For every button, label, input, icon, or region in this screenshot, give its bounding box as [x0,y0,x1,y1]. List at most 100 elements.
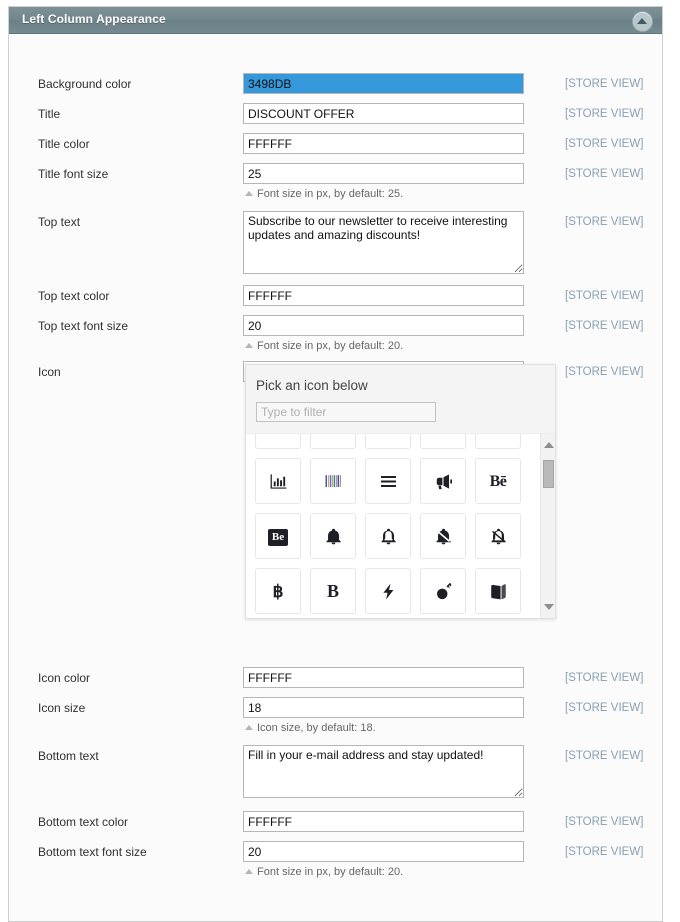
fieldset-header[interactable]: Left Column Appearance [9,7,662,34]
icon-grid-row: Be [255,513,534,559]
bottom-text-font-size-input[interactable] [243,841,524,862]
icon-grid-viewport: Bē Be ฿ B [246,433,555,618]
triangle-down-icon[interactable] [544,604,554,610]
bottom-text-textarea[interactable] [243,745,524,798]
field-label-title: Title [38,107,61,121]
fa-bar-chart-icon[interactable] [475,434,521,449]
triangle-up-icon [637,18,647,24]
fa-bolt-icon[interactable] [365,568,411,614]
icon-grid-row [255,434,534,449]
icon-color-input[interactable] [243,667,524,688]
fa-bomb-glyph [434,582,453,601]
field-hint-bottom-text-font-size: Font size in px, by default: 20. [245,865,403,879]
fa-bell-slash-glyph [434,527,453,546]
hint-text: Icon size, by default: 18. [257,722,376,734]
fa-bolt-glyph [379,582,398,601]
collapse-toggle-button[interactable] [632,11,653,32]
field-label-top-text-font-size: Top text font size [38,319,129,333]
field-row-title-color: Title color [STORE VIEW] [9,133,662,163]
store-view-scope-label: [STORE VIEW] [565,846,644,858]
fa-bars-icon[interactable] [365,458,411,504]
field-control-bottom-text [243,745,524,803]
field-control-title-font-size [243,163,524,184]
fa-bars-glyph [379,472,398,491]
field-label-top-text-color: Top text color [38,289,110,303]
fa-bar-chart-o-icon[interactable] [255,458,301,504]
fa-balance-scale-icon[interactable] [255,434,301,449]
title-font-size-input[interactable] [243,163,524,184]
fa-bell-slash-icon[interactable] [420,513,466,559]
store-view-scope-label: [STORE VIEW] [565,168,644,180]
field-control-bottom-text-color [243,811,524,832]
field-label-icon-color: Icon color [38,671,91,685]
scrollbar-thumb[interactable] [543,460,554,488]
field-row-title-font-size: Title font size [STORE VIEW] Font size in … [9,163,662,200]
top-text-font-size-input[interactable] [243,315,524,336]
fa-bullhorn-icon[interactable] [420,458,466,504]
hint-text: Font size in px, by default: 20. [257,340,404,352]
store-view-scope-label: [STORE VIEW] [565,138,644,150]
hint-text: Font size in px, by default: 20. [257,866,404,878]
top-text-color-input[interactable] [243,285,524,306]
icon-grid-row: Bē [255,458,534,504]
fa-bitcoin-icon[interactable]: ฿ [255,568,301,614]
field-label-icon-size: Icon size [38,701,86,715]
store-view-scope-label: [STORE VIEW] [565,290,644,302]
field-label-icon: Icon [38,365,61,379]
field-label-title-color: Title color [38,137,90,151]
fa-bullhorn-glyph [434,472,453,491]
fa-ban-icon[interactable] [310,434,356,449]
fa-bar-chart-o-glyph [269,472,288,491]
icon-grid-scrollbar[interactable] [540,434,555,618]
field-control-top-text-font-size [243,315,524,336]
field-row-bottom-text: Bottom text [STORE VIEW] [9,745,662,798]
field-label-top-text: Top text [38,215,81,229]
field-row-icon-color: Icon color [STORE VIEW] [9,667,662,697]
fa-bold-icon[interactable]: B [310,568,356,614]
field-label-title-font-size: Title font size [38,167,109,181]
bottom-text-color-input[interactable] [243,811,524,832]
fa-bell-icon[interactable] [310,513,356,559]
fa-bell-o-icon[interactable] [365,513,411,559]
field-label-bottom-text-color: Bottom text color [38,815,129,829]
store-view-scope-label: [STORE VIEW] [565,816,644,828]
field-row-top-text-color: Top text color [STORE VIEW] [9,285,662,315]
icon-picker-dropdown: Pick an icon below Bē Be ฿B [245,364,556,619]
top-text-textarea[interactable] [243,211,524,274]
fa-bell-slash-o-icon[interactable] [475,513,521,559]
fa-bandcamp-icon[interactable] [365,434,411,449]
fa-bank-icon[interactable] [420,434,466,449]
triangle-up-icon [245,343,253,348]
icon-grid-row: ฿ B [255,568,534,614]
fa-bell-slash-o-glyph [489,527,508,546]
title-input[interactable] [243,103,524,124]
fa-behance-square-icon[interactable]: Be [255,513,301,559]
fa-behance-square-glyph: Be [267,526,289,546]
fa-book-glyph [489,582,508,601]
triangle-up-icon [245,869,253,874]
background-color-input[interactable] [243,73,524,94]
icon-grid: Bē Be ฿ B [246,434,534,618]
fa-bell-glyph [324,527,343,546]
icon-size-input[interactable] [243,697,524,718]
fa-book-icon[interactable] [475,568,521,614]
fa-barcode-icon[interactable] [310,458,356,504]
page-title: Left Column Appearance [22,12,166,26]
icon-filter-input[interactable] [256,402,436,422]
left-column-appearance-fieldset: Left Column Appearance Background color [… [8,6,663,922]
fa-barcode-glyph [324,472,343,491]
fa-behance-icon[interactable]: Bē [475,458,521,504]
field-control-icon-size [243,697,524,718]
icon-picker-title: Pick an icon below [256,378,368,393]
store-view-scope-label: [STORE VIEW] [565,750,644,762]
store-view-scope-label: [STORE VIEW] [565,702,644,714]
field-control-icon-color [243,667,524,688]
fa-bell-o-glyph [379,527,398,546]
triangle-up-icon[interactable] [544,442,554,448]
fa-behance-glyph: Bē [489,473,507,490]
field-row-bottom-text-font-size: Bottom text font size [STORE VIEW] Font si… [9,841,662,878]
fa-bomb-icon[interactable] [420,568,466,614]
store-view-scope-label: [STORE VIEW] [565,672,644,684]
title-color-input[interactable] [243,133,524,154]
triangle-up-icon [245,191,253,196]
